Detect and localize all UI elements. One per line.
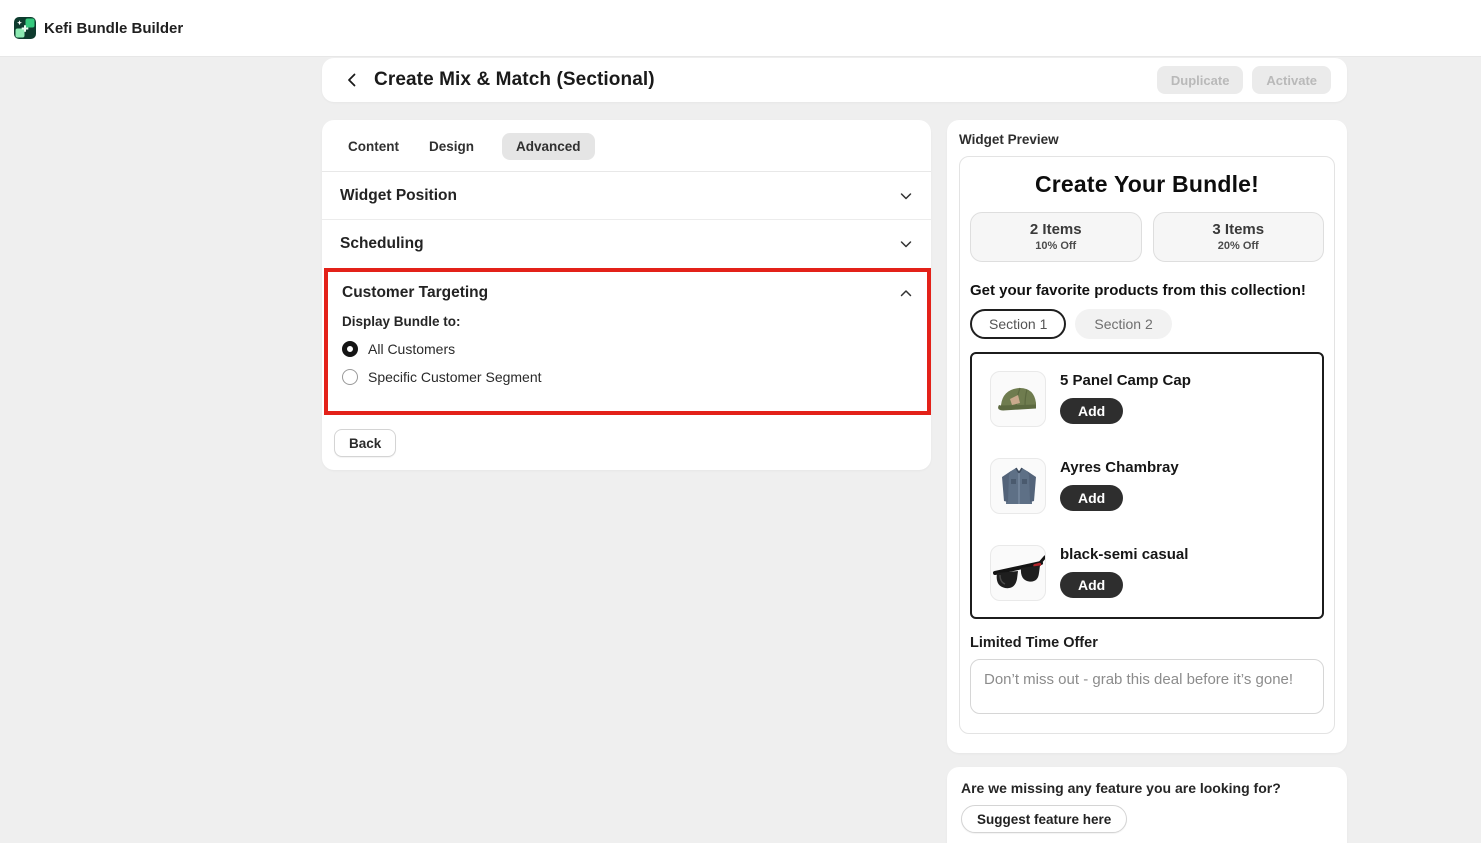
customer-targeting-highlight: Customer Targeting Display Bundle to: Al… <box>324 268 931 415</box>
editor-tabs: Content Design Advanced <box>322 120 931 172</box>
tier-3-items-button[interactable]: 3 Items 20% Off <box>1153 212 1325 262</box>
widget-headline: Create Your Bundle! <box>969 171 1325 198</box>
page-header: Create Mix & Match (Sectional) Duplicate… <box>322 58 1347 102</box>
activate-button[interactable]: Activate <box>1252 66 1331 94</box>
section-chips: Section 1 Section 2 <box>970 309 1324 339</box>
header-actions: Duplicate Activate <box>1157 66 1335 94</box>
collection-prompt: Get your favorite products from this col… <box>970 282 1324 299</box>
accordion-scheduling[interactable]: Scheduling <box>322 220 931 268</box>
radio-specific-customer-segment[interactable]: Specific Customer Segment <box>342 369 913 385</box>
radio-all-customers[interactable]: All Customers <box>342 341 913 357</box>
radio-all-customers-label: All Customers <box>368 341 455 357</box>
tier-items-label: 3 Items <box>1158 221 1320 238</box>
product-image-camp-cap <box>990 371 1046 427</box>
feedback-question: Are we missing any feature you are looki… <box>961 780 1333 796</box>
limited-time-offer-label: Limited Time Offer <box>970 635 1324 651</box>
tier-items-label: 2 Items <box>975 221 1137 238</box>
tier-discount-label: 20% Off <box>1158 240 1320 252</box>
page-title: Create Mix & Match (Sectional) <box>374 69 655 91</box>
add-button-ayres-chambray[interactable]: Add <box>1060 485 1123 511</box>
add-button-camp-cap[interactable]: Add <box>1060 398 1123 424</box>
product-row-ayres-chambray: Ayres Chambray Add <box>972 458 1322 514</box>
editor-panel: Content Design Advanced Widget Position … <box>322 120 931 470</box>
product-name: black-semi casual <box>1060 546 1188 563</box>
radio-specific-segment-label: Specific Customer Segment <box>368 369 542 385</box>
radio-selected-icon[interactable] <box>342 341 358 357</box>
product-row-black-semi-casual: black-semi casual Add <box>972 545 1322 601</box>
arrow-left-icon <box>344 72 360 88</box>
duplicate-button[interactable]: Duplicate <box>1157 66 1244 94</box>
product-list: 5 Panel Camp Cap Add <box>970 352 1324 619</box>
tier-2-items-button[interactable]: 2 Items 10% Off <box>970 212 1142 262</box>
app-logo-icon <box>14 17 36 39</box>
section-2-chip[interactable]: Section 2 <box>1075 309 1171 339</box>
add-button-black-semi-casual[interactable]: Add <box>1060 572 1123 598</box>
app-title: Kefi Bundle Builder <box>44 20 183 37</box>
product-name: Ayres Chambray <box>1060 459 1179 476</box>
tab-advanced[interactable]: Advanced <box>502 133 595 160</box>
display-bundle-to-label: Display Bundle to: <box>342 314 913 329</box>
product-row-camp-cap: 5 Panel Camp Cap Add <box>972 371 1322 427</box>
feature-feedback-panel: Are we missing any feature you are looki… <box>947 767 1347 843</box>
back-arrow-button[interactable] <box>338 66 366 94</box>
chevron-down-icon <box>899 189 913 203</box>
accordion-widget-position-title: Widget Position <box>340 187 457 205</box>
customer-targeting-title: Customer Targeting <box>342 284 488 302</box>
top-app-bar: Kefi Bundle Builder <box>0 0 1481 57</box>
widget-preview-frame: Create Your Bundle! 2 Items 10% Off 3 It… <box>959 156 1335 734</box>
accordion-scheduling-title: Scheduling <box>340 235 424 253</box>
radio-unselected-icon[interactable] <box>342 369 358 385</box>
chevron-up-icon <box>899 286 913 300</box>
accordion-customer-targeting[interactable]: Customer Targeting <box>328 272 927 306</box>
widget-preview-label: Widget Preview <box>959 132 1335 147</box>
product-image-black-sunglasses <box>990 545 1046 601</box>
product-image-ayres-chambray <box>990 458 1046 514</box>
chevron-down-icon <box>899 237 913 251</box>
tier-discount-label: 10% Off <box>975 240 1137 252</box>
accordion-widget-position[interactable]: Widget Position <box>322 172 931 220</box>
section-1-chip[interactable]: Section 1 <box>970 309 1066 339</box>
back-button[interactable]: Back <box>334 429 396 457</box>
limited-time-offer-input[interactable] <box>970 659 1324 714</box>
tab-content[interactable]: Content <box>346 133 401 160</box>
product-name: 5 Panel Camp Cap <box>1060 372 1191 389</box>
suggest-feature-button[interactable]: Suggest feature here <box>961 805 1127 833</box>
widget-preview-panel: Widget Preview Create Your Bundle! 2 Ite… <box>947 120 1347 753</box>
customer-targeting-body: Display Bundle to: All Customers Specifi… <box>328 306 927 401</box>
tab-design[interactable]: Design <box>427 133 476 160</box>
tier-selector: 2 Items 10% Off 3 Items 20% Off <box>970 212 1324 262</box>
